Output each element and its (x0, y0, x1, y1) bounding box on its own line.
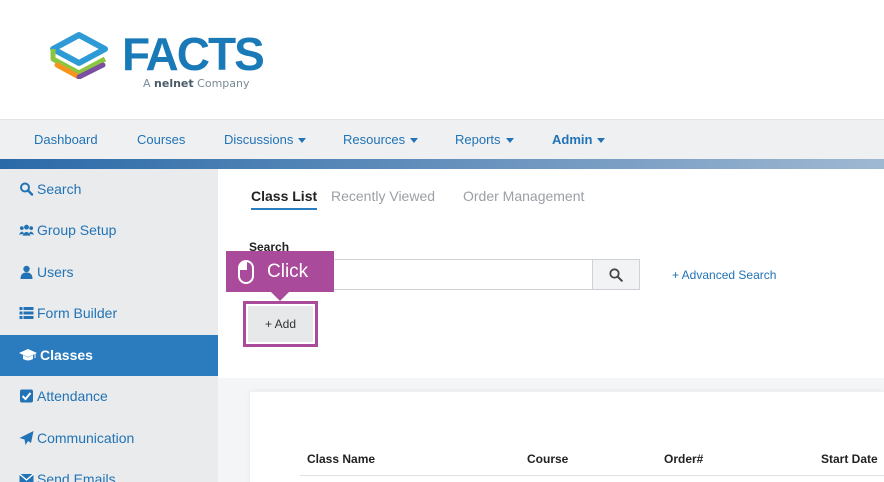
chevron-down-icon (298, 138, 307, 144)
search-icon (20, 182, 34, 196)
sidebar-item-send-emails[interactable]: Send Emails (0, 459, 218, 482)
list-icon (19, 307, 34, 319)
mouse-icon (238, 259, 254, 284)
sidebar: Search Group Setup Users Form Builder Cl… (0, 169, 218, 482)
paper-plane-icon (19, 431, 34, 445)
click-callout-pointer (271, 292, 289, 301)
table-header-start-date[interactable]: Start Date (821, 452, 878, 466)
nav-courses-label: Courses (137, 132, 186, 147)
sidebar-item-label: Group Setup (37, 222, 117, 238)
facts-logo-word: FACTS (122, 28, 265, 80)
click-callout-text: Click (267, 260, 309, 282)
table-header-order[interactable]: Order# (664, 452, 703, 466)
sidebar-item-attendance[interactable]: Attendance (0, 376, 218, 417)
sidebar-item-users[interactable]: Users (0, 252, 218, 293)
search-icon (609, 267, 623, 282)
header: FACTS A nelnet Company (0, 0, 884, 119)
sidebar-item-form-builder[interactable]: Form Builder (0, 293, 218, 334)
nav-admin[interactable]: Admin (552, 120, 606, 160)
sidebar-item-search[interactable]: Search (0, 169, 218, 210)
logo-tagline-prefix: A (143, 77, 151, 90)
sidebar-item-group-setup[interactable]: Group Setup (0, 210, 218, 251)
sidebar-item-label: Users (37, 264, 74, 280)
nav-discussions-label: Discussions (224, 132, 294, 147)
tab-class-list[interactable]: Class List (251, 188, 318, 210)
tab-recently-viewed[interactable]: Recently Viewed (331, 188, 435, 204)
sidebar-item-label: Attendance (37, 388, 108, 404)
main-content: Class List Recently Viewed Order Managem… (218, 169, 884, 482)
facts-logo-icon (50, 32, 108, 79)
sidebar-item-label: Search (37, 181, 82, 197)
sidebar-item-label: Communication (37, 430, 135, 446)
nav-resources[interactable]: Resources (343, 120, 419, 160)
group-icon (19, 224, 34, 236)
nav-resources-label: Resources (343, 132, 406, 147)
sidebar-item-label: Send Emails (37, 471, 116, 482)
chevron-down-icon (505, 138, 514, 144)
nav-divider-band (0, 159, 884, 169)
graduation-cap-icon (19, 349, 37, 361)
sidebar-item-label: Classes (40, 347, 93, 363)
table-header-course[interactable]: Course (527, 452, 568, 466)
nav-courses[interactable]: Courses (137, 120, 185, 160)
chevron-down-icon (597, 138, 606, 144)
sidebar-item-communication[interactable]: Communication (0, 418, 218, 459)
table-header-class-name[interactable]: Class Name (307, 452, 375, 466)
logo-tagline-suffix: Company (197, 77, 250, 90)
logo-tagline: A nelnet Company (143, 77, 250, 90)
add-class-button[interactable]: + Add (248, 306, 313, 342)
chevron-down-icon (410, 138, 419, 144)
tab-order-management[interactable]: Order Management (463, 188, 584, 204)
user-icon (20, 265, 33, 279)
sidebar-item-classes[interactable]: Classes (0, 335, 218, 376)
facts-logo[interactable]: FACTS A nelnet Company (47, 29, 267, 95)
envelope-icon (19, 473, 34, 482)
nav-dashboard-label: Dashboard (34, 132, 98, 147)
nav-discussions[interactable]: Discussions (224, 120, 307, 160)
top-navigation: Dashboard Courses Discussions Resources … (0, 119, 884, 159)
search-button[interactable] (592, 259, 640, 290)
nav-reports-label: Reports (455, 132, 501, 147)
nav-reports[interactable]: Reports (455, 120, 514, 160)
sidebar-item-label: Form Builder (37, 305, 118, 321)
nav-dashboard[interactable]: Dashboard (34, 120, 98, 160)
class-list-table-panel (250, 391, 884, 482)
logo-tagline-brand: nelnet (154, 77, 194, 90)
nav-admin-label: Admin (552, 132, 593, 147)
checkbox-icon (20, 389, 33, 403)
click-callout: Click (226, 251, 334, 292)
advanced-search-link[interactable]: + Advanced Search (672, 268, 776, 282)
table-header-divider (300, 475, 884, 476)
